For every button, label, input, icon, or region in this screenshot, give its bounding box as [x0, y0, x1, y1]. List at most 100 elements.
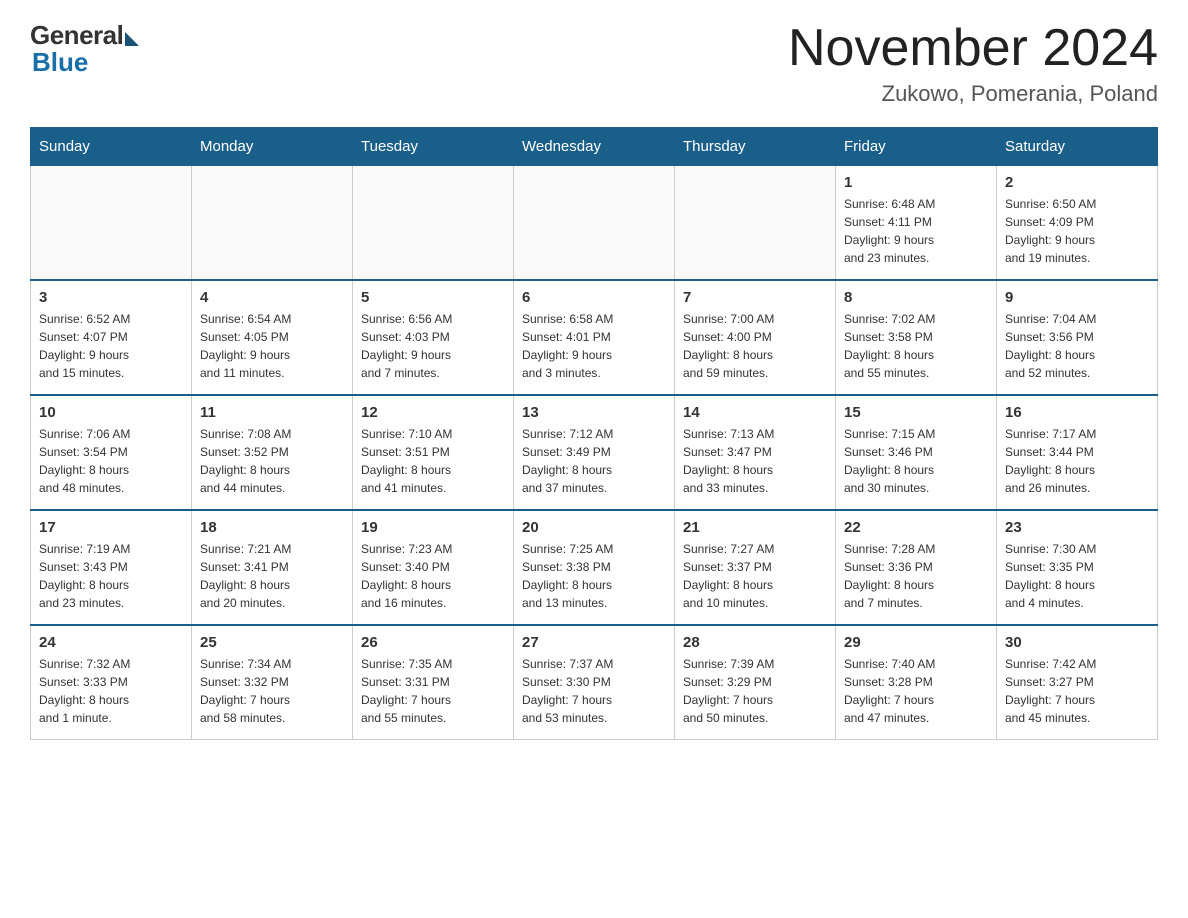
calendar-cell: 11 Sunrise: 7:08 AM Sunset: 3:52 PM Dayli…	[192, 395, 353, 510]
day-number: 12	[361, 404, 505, 421]
day-info: Sunrise: 7:17 AM Sunset: 3:44 PM Dayligh…	[1005, 425, 1149, 497]
day-info: Sunrise: 7:25 AM Sunset: 3:38 PM Dayligh…	[522, 540, 666, 612]
day-info: Sunrise: 7:19 AM Sunset: 3:43 PM Dayligh…	[39, 540, 183, 612]
calendar-cell: 6Sunrise: 6:58 AM Sunset: 4:01 PM Daylig…	[514, 280, 675, 395]
day-number: 11	[200, 404, 344, 421]
day-number: 7	[683, 289, 827, 306]
calendar-cell: 15 Sunrise: 7:15 AM Sunset: 3:46 PM Dayli…	[836, 395, 997, 510]
calendar-week-row: 3 Sunrise: 6:52 AM Sunset: 4:07 PM Daylig…	[31, 280, 1158, 395]
calendar-cell: 8Sunrise: 7:02 AM Sunset: 3:58 PM Daylig…	[836, 280, 997, 395]
day-number: 13	[522, 404, 666, 421]
day-info: Sunrise: 7:32 AM Sunset: 3:33 PM Dayligh…	[39, 655, 183, 727]
calendar-cell: 13 Sunrise: 7:12 AM Sunset: 3:49 PM Dayli…	[514, 395, 675, 510]
day-number: 20	[522, 519, 666, 536]
day-info: Sunrise: 7:13 AM Sunset: 3:47 PM Dayligh…	[683, 425, 827, 497]
calendar-cell: 5Sunrise: 6:56 AM Sunset: 4:03 PM Daylig…	[353, 280, 514, 395]
day-number: 22	[844, 519, 988, 536]
calendar-cell	[675, 166, 836, 281]
day-number: 24	[39, 634, 183, 651]
day-number: 4	[200, 289, 344, 306]
day-info: Sunrise: 7:08 AM Sunset: 3:52 PM Dayligh…	[200, 425, 344, 497]
day-info: Sunrise: 6:54 AM Sunset: 4:05 PM Dayligh…	[200, 310, 344, 382]
calendar-header-thursday: Thursday	[675, 128, 836, 166]
calendar-cell: 17 Sunrise: 7:19 AM Sunset: 3:43 PM Dayli…	[31, 510, 192, 625]
calendar-cell: 27 Sunrise: 7:37 AM Sunset: 3:30 PM Dayli…	[514, 625, 675, 740]
day-info: Sunrise: 7:28 AM Sunset: 3:36 PM Dayligh…	[844, 540, 988, 612]
day-info: Sunrise: 7:37 AM Sunset: 3:30 PM Dayligh…	[522, 655, 666, 727]
calendar-cell: 29 Sunrise: 7:40 AM Sunset: 3:28 PM Dayli…	[836, 625, 997, 740]
calendar-cell: 10 Sunrise: 7:06 AM Sunset: 3:54 PM Dayli…	[31, 395, 192, 510]
calendar-week-row: 17 Sunrise: 7:19 AM Sunset: 3:43 PM Dayli…	[31, 510, 1158, 625]
calendar-header-friday: Friday	[836, 128, 997, 166]
day-number: 1	[844, 174, 988, 191]
month-title: November 2024	[788, 20, 1158, 77]
day-info: Sunrise: 7:40 AM Sunset: 3:28 PM Dayligh…	[844, 655, 988, 727]
page-header: General Blue November 2024 Zukowo, Pomer…	[30, 20, 1158, 107]
day-number: 26	[361, 634, 505, 651]
calendar-cell: 14 Sunrise: 7:13 AM Sunset: 3:47 PM Dayli…	[675, 395, 836, 510]
calendar-cell	[31, 166, 192, 281]
calendar-cell: 23 Sunrise: 7:30 AM Sunset: 3:35 PM Dayli…	[997, 510, 1158, 625]
logo: General Blue	[30, 20, 139, 78]
day-number: 17	[39, 519, 183, 536]
calendar-week-row: 10 Sunrise: 7:06 AM Sunset: 3:54 PM Dayli…	[31, 395, 1158, 510]
day-info: Sunrise: 7:35 AM Sunset: 3:31 PM Dayligh…	[361, 655, 505, 727]
day-number: 23	[1005, 519, 1149, 536]
day-info: Sunrise: 7:42 AM Sunset: 3:27 PM Dayligh…	[1005, 655, 1149, 727]
day-number: 27	[522, 634, 666, 651]
day-number: 30	[1005, 634, 1149, 651]
logo-arrow-icon	[125, 32, 139, 46]
location-subtitle: Zukowo, Pomerania, Poland	[788, 81, 1158, 107]
day-info: Sunrise: 7:00 AM Sunset: 4:00 PM Dayligh…	[683, 310, 827, 382]
calendar-cell	[353, 166, 514, 281]
day-info: Sunrise: 7:23 AM Sunset: 3:40 PM Dayligh…	[361, 540, 505, 612]
calendar-cell: 1 Sunrise: 6:48 AM Sunset: 4:11 PM Daylig…	[836, 166, 997, 281]
calendar-cell: 22 Sunrise: 7:28 AM Sunset: 3:36 PM Dayli…	[836, 510, 997, 625]
day-info: Sunrise: 7:10 AM Sunset: 3:51 PM Dayligh…	[361, 425, 505, 497]
calendar-cell: 4 Sunrise: 6:54 AM Sunset: 4:05 PM Daylig…	[192, 280, 353, 395]
day-info: Sunrise: 7:39 AM Sunset: 3:29 PM Dayligh…	[683, 655, 827, 727]
calendar-week-row: 1 Sunrise: 6:48 AM Sunset: 4:11 PM Daylig…	[31, 166, 1158, 281]
calendar-cell: 26 Sunrise: 7:35 AM Sunset: 3:31 PM Dayli…	[353, 625, 514, 740]
day-number: 28	[683, 634, 827, 651]
calendar-cell	[514, 166, 675, 281]
calendar-cell: 28 Sunrise: 7:39 AM Sunset: 3:29 PM Dayli…	[675, 625, 836, 740]
calendar-cell: 9Sunrise: 7:04 AM Sunset: 3:56 PM Daylig…	[997, 280, 1158, 395]
day-number: 3	[39, 289, 183, 306]
day-number: 9	[1005, 289, 1149, 306]
title-block: November 2024 Zukowo, Pomerania, Poland	[788, 20, 1158, 107]
day-number: 2	[1005, 174, 1149, 191]
calendar-cell: 25Sunrise: 7:34 AM Sunset: 3:32 PM Dayli…	[192, 625, 353, 740]
day-number: 21	[683, 519, 827, 536]
day-info: Sunrise: 7:30 AM Sunset: 3:35 PM Dayligh…	[1005, 540, 1149, 612]
day-info: Sunrise: 7:15 AM Sunset: 3:46 PM Dayligh…	[844, 425, 988, 497]
calendar-cell: 18Sunrise: 7:21 AM Sunset: 3:41 PM Dayli…	[192, 510, 353, 625]
day-number: 15	[844, 404, 988, 421]
day-number: 8	[844, 289, 988, 306]
day-info: Sunrise: 7:06 AM Sunset: 3:54 PM Dayligh…	[39, 425, 183, 497]
calendar-cell: 16 Sunrise: 7:17 AM Sunset: 3:44 PM Dayli…	[997, 395, 1158, 510]
logo-blue-text: Blue	[32, 47, 88, 78]
day-number: 14	[683, 404, 827, 421]
day-info: Sunrise: 7:12 AM Sunset: 3:49 PM Dayligh…	[522, 425, 666, 497]
day-number: 18	[200, 519, 344, 536]
day-info: Sunrise: 6:52 AM Sunset: 4:07 PM Dayligh…	[39, 310, 183, 382]
day-info: Sunrise: 7:34 AM Sunset: 3:32 PM Dayligh…	[200, 655, 344, 727]
calendar-header-saturday: Saturday	[997, 128, 1158, 166]
calendar-cell	[192, 166, 353, 281]
calendar-cell: 12 Sunrise: 7:10 AM Sunset: 3:51 PM Dayli…	[353, 395, 514, 510]
day-number: 29	[844, 634, 988, 651]
day-number: 19	[361, 519, 505, 536]
day-info: Sunrise: 6:48 AM Sunset: 4:11 PM Dayligh…	[844, 195, 988, 267]
calendar-week-row: 24 Sunrise: 7:32 AM Sunset: 3:33 PM Dayli…	[31, 625, 1158, 740]
calendar-cell: 7 Sunrise: 7:00 AM Sunset: 4:00 PM Daylig…	[675, 280, 836, 395]
calendar-cell: 19 Sunrise: 7:23 AM Sunset: 3:40 PM Dayli…	[353, 510, 514, 625]
day-number: 16	[1005, 404, 1149, 421]
calendar-cell: 20 Sunrise: 7:25 AM Sunset: 3:38 PM Dayli…	[514, 510, 675, 625]
day-info: Sunrise: 6:56 AM Sunset: 4:03 PM Dayligh…	[361, 310, 505, 382]
calendar-header-monday: Monday	[192, 128, 353, 166]
day-info: Sunrise: 7:27 AM Sunset: 3:37 PM Dayligh…	[683, 540, 827, 612]
day-info: Sunrise: 6:50 AM Sunset: 4:09 PM Dayligh…	[1005, 195, 1149, 267]
day-number: 10	[39, 404, 183, 421]
calendar-header-wednesday: Wednesday	[514, 128, 675, 166]
